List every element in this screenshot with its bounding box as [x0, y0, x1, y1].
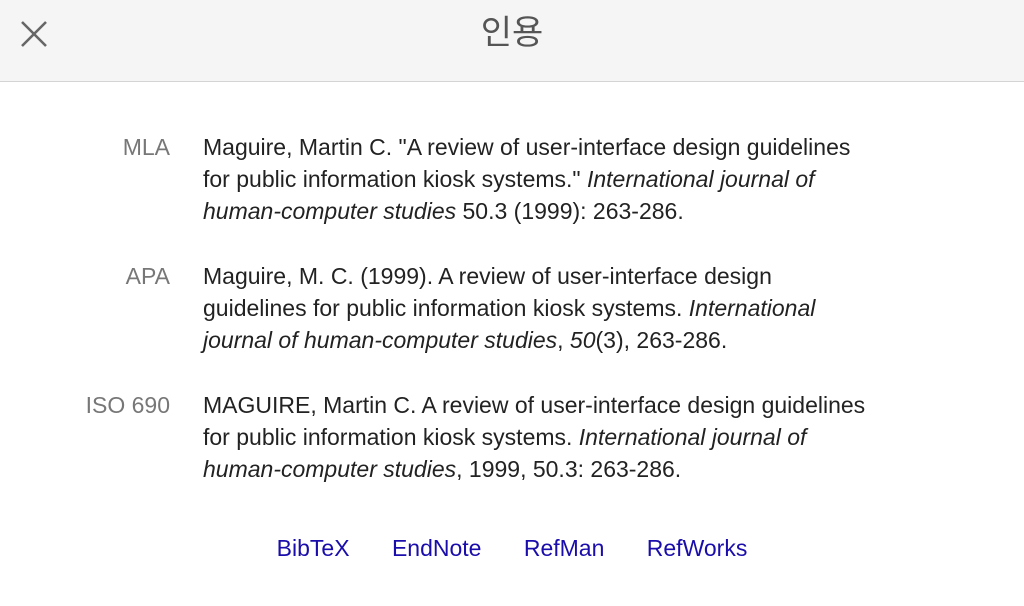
citation-text[interactable]: Maguire, Martin C. "A review of user-int… — [203, 131, 973, 227]
citation-line: Maguire, M. C. (1999). A review of user-… — [203, 260, 973, 292]
citation-apa: APA Maguire, M. C. (1999). A review of u… — [0, 258, 1024, 387]
dialog-header: 인용 — [0, 0, 1024, 82]
citation-segment: , — [557, 327, 570, 353]
citation-line: guidelines for public information kiosk … — [203, 292, 973, 324]
citation-segment: (3), 263-286. — [595, 327, 728, 353]
citation-line: journal of human-computer studies, 50(3)… — [203, 324, 973, 356]
citation-segment: Maguire, Martin C. "A review of user-int… — [203, 134, 851, 160]
citation-italic-segment: human-computer studies — [203, 456, 457, 482]
refworks-link[interactable]: RefWorks — [647, 535, 748, 561]
citation-style-label: APA — [125, 263, 170, 289]
citation-italic-segment: International — [688, 295, 816, 321]
dialog-title: 인용 — [480, 13, 544, 53]
citation-mla: MLA Maguire, Martin C. "A review of user… — [0, 129, 1024, 258]
citation-italic-segment: journal of human-computer studies — [203, 327, 558, 353]
citation-style-label: MLA — [122, 134, 170, 160]
citation-italic-segment: International journal of — [586, 166, 815, 192]
citation-italic-segment: International journal of — [578, 424, 807, 450]
citation-style-label: ISO 690 — [85, 392, 170, 418]
citation-segment: 50.3 (1999): 263-286. — [456, 198, 684, 224]
refman-link[interactable]: RefMan — [524, 535, 605, 561]
citation-iso690: ISO 690 MAGUIRE, Martin C. A review of u… — [0, 387, 1024, 516]
citation-segment: Maguire, M. C. (1999). A review of user-… — [203, 263, 772, 289]
citation-italic-segment: human-computer studies — [203, 198, 457, 224]
citation-segment: for public information kiosk systems." — [203, 166, 587, 192]
citation-segment: MAGUIRE, Martin C. A review of user-inte… — [203, 392, 866, 418]
citation-line: for public information kiosk systems." I… — [203, 163, 973, 195]
citation-text[interactable]: Maguire, M. C. (1999). A review of user-… — [203, 260, 973, 356]
citation-italic-segment: 50 — [569, 327, 596, 353]
citation-line: human-computer studies 50.3 (1999): 263-… — [203, 195, 973, 227]
export-format-links: BibTeX EndNote RefMan RefWorks — [0, 532, 1024, 564]
endnote-link[interactable]: EndNote — [392, 535, 482, 561]
citation-segment: guidelines for public information kiosk … — [203, 295, 689, 321]
citation-line: human-computer studies, 1999, 50.3: 263-… — [203, 453, 973, 485]
citation-segment: , 1999, 50.3: 263-286. — [456, 456, 682, 482]
citation-list: MLA Maguire, Martin C. "A review of user… — [0, 129, 1024, 516]
citation-line: for public information kiosk systems. In… — [203, 421, 973, 453]
citation-text[interactable]: MAGUIRE, Martin C. A review of user-inte… — [203, 389, 973, 485]
citation-line: MAGUIRE, Martin C. A review of user-inte… — [203, 389, 973, 421]
citation-segment: for public information kiosk systems. — [203, 424, 579, 450]
citation-line: Maguire, Martin C. "A review of user-int… — [203, 131, 973, 163]
bibtex-link[interactable]: BibTeX — [277, 535, 350, 561]
